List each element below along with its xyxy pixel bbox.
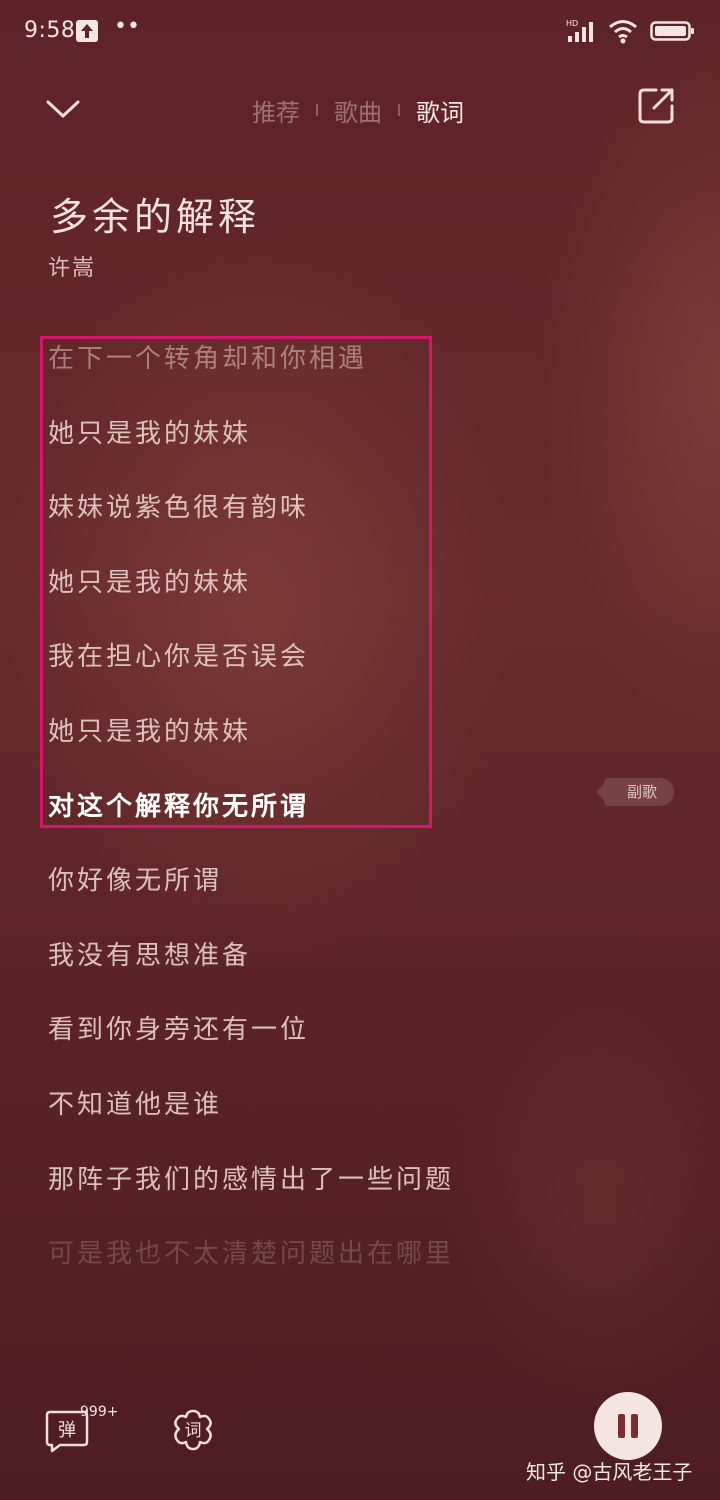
danmaku-label: 弹 xyxy=(58,1420,76,1441)
share-button[interactable] xyxy=(636,86,676,126)
annotation-highlight-box xyxy=(40,336,432,828)
chorus-tag: 副歌 xyxy=(596,778,674,806)
pause-icon xyxy=(631,1414,638,1438)
tab-recommend[interactable]: 推荐 xyxy=(236,93,316,128)
lyric-line[interactable]: 那阵子我们的感情出了一些问题 xyxy=(0,1143,720,1218)
lyric-poster-button[interactable]: 词 xyxy=(170,1408,216,1454)
status-time: 9:58 xyxy=(24,18,76,43)
song-title: 多余的解释 xyxy=(50,195,261,239)
lyric-label: 词 xyxy=(185,1421,202,1441)
lyric-line[interactable]: 可是我也不太清楚问题出在哪里 xyxy=(0,1217,720,1292)
song-artist[interactable]: 许嵩 xyxy=(48,250,96,282)
lyric-flower-icon: 词 xyxy=(174,1409,212,1451)
watermark: 知乎 @古风老王子 xyxy=(526,1460,693,1484)
lyric-line[interactable]: 不知道他是谁 xyxy=(0,1068,720,1143)
status-bar: 9:58 •• HD xyxy=(0,0,720,62)
tab-bar: 推荐 歌曲 歌词 xyxy=(236,88,480,132)
pause-button[interactable] xyxy=(594,1392,662,1460)
collapse-button[interactable] xyxy=(40,88,86,128)
status-indicators: HD xyxy=(566,18,696,44)
chevron-down-icon xyxy=(46,100,80,118)
pause-icon xyxy=(618,1414,625,1438)
lyric-line[interactable]: 我没有思想准备 xyxy=(0,919,720,994)
lyric-line[interactable]: 看到你身旁还有一位 xyxy=(0,993,720,1068)
battery-icon xyxy=(650,21,694,41)
signal-hd-icon: HD xyxy=(566,19,593,42)
tab-lyrics[interactable]: 歌词 xyxy=(400,93,480,128)
wifi-icon xyxy=(609,20,637,44)
hd-label: HD xyxy=(566,19,578,28)
danmaku-count-badge: 999+ xyxy=(80,1404,119,1420)
upload-notification-icon xyxy=(76,20,98,42)
lyric-line[interactable]: 你好像无所谓 xyxy=(0,844,720,919)
share-icon xyxy=(638,88,674,124)
status-more-icon: •• xyxy=(114,14,140,39)
top-navigation: 推荐 歌曲 歌词 xyxy=(0,80,720,140)
tab-songs[interactable]: 歌曲 xyxy=(318,93,398,128)
